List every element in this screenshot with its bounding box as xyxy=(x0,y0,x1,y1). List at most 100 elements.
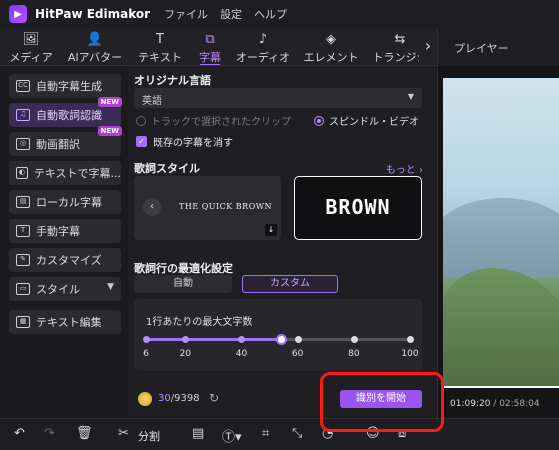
undo-icon[interactable]: ↶ xyxy=(14,426,25,441)
tab-label: エレメント xyxy=(303,51,359,64)
translate-icon: ◎ xyxy=(16,138,30,150)
tab-label: AIアバター xyxy=(67,51,123,64)
sidebar-item-text-to-subtitle[interactable]: ◐ テキストで字幕... xyxy=(9,161,121,185)
sidebar-item-customize[interactable]: ✎ カスタマイズ xyxy=(9,248,121,272)
slider-tick xyxy=(294,336,302,343)
tab-scroll-right-icon[interactable]: › xyxy=(419,28,437,65)
sidebar-item-text-edit[interactable]: ▦ テキスト編集 xyxy=(9,310,121,334)
radio-spindle-video[interactable]: スピンドル・ビデオ xyxy=(314,113,419,128)
tab-label: メディア xyxy=(9,51,53,64)
download-icon[interactable]: ↓ xyxy=(265,224,277,236)
slider-tick-label: 80 xyxy=(348,349,360,359)
more-label: もっと xyxy=(385,165,416,176)
new-badge: NEW xyxy=(97,126,122,136)
playback-progress[interactable] xyxy=(443,386,559,388)
crop-icon[interactable]: ⌗ xyxy=(262,426,269,441)
redo-icon[interactable]: ↷ xyxy=(44,426,55,441)
tab-text[interactable]: T テキスト xyxy=(132,28,188,65)
audio-icon: ♪ xyxy=(258,32,268,47)
slider-tick-label: 6 xyxy=(143,349,149,359)
menu-settings[interactable]: 設定 xyxy=(220,6,242,22)
prev-style-icon[interactable]: ‹ xyxy=(143,198,161,216)
coin-icon xyxy=(138,392,152,406)
new-badge: NEW xyxy=(97,97,122,107)
current-time: 01:09:20 xyxy=(450,399,491,409)
main-tab-bar: ⇆ トランジシ ◈ エレメント ♪ オーディオ ⧉ 字幕 T テキスト 👤 AIアバター 🖼 メディア › xyxy=(0,28,437,66)
title-bar: ▶ HitPaw Edimakor ファイル 設定 ヘルプ xyxy=(0,0,559,28)
max-chars-slider[interactable] xyxy=(143,334,414,345)
sidebar-item-label: カスタマイズ xyxy=(36,254,102,267)
credits-total: /9398 xyxy=(170,393,200,404)
tab-subtitle[interactable]: ⧉ 字幕 xyxy=(192,28,228,65)
scissors-icon[interactable]: ✂ xyxy=(118,426,129,441)
element-icon: ◈ xyxy=(326,32,336,47)
sidebar-item-label: 動画翻訳 xyxy=(36,138,80,151)
media-icon: 🖼 xyxy=(22,32,40,47)
radio-track-label: トラックで選択されたクリップ xyxy=(151,117,291,128)
lyrics-style-card-serif[interactable]: ‹ THE QUICK BROWN ↓ xyxy=(134,176,281,240)
highlight-box xyxy=(320,372,444,432)
sidebar-item-label: 手動字幕 xyxy=(36,225,80,238)
tab-media[interactable]: 🖼 メディア xyxy=(4,28,58,65)
split-label[interactable]: 分割 xyxy=(138,428,160,444)
sidebar-item-label: スタイル xyxy=(36,283,80,296)
seg-custom-button[interactable]: カスタム xyxy=(242,275,338,293)
slider-tick-label: 40 xyxy=(235,349,248,359)
slider-tick xyxy=(182,336,190,343)
total-time: 02:58:04 xyxy=(499,399,540,409)
lyrics-recognition-panel: オリジナル言語 英語 ▼ トラックで選択されたクリップ スピンドル・ビデオ ✓ … xyxy=(128,66,437,418)
menu-help[interactable]: ヘルプ xyxy=(254,6,287,22)
tab-label: オーディオ xyxy=(235,51,291,64)
tab-element[interactable]: ◈ エレメント xyxy=(300,28,362,65)
text-tool-icon[interactable]: Ⓣ▾ xyxy=(222,426,242,445)
subtitle-icon: ⧉ xyxy=(205,32,215,47)
manual-subtitle-icon: T xyxy=(16,225,30,237)
sidebar-item-manual-subtitle[interactable]: T 手動字幕 xyxy=(9,219,121,243)
sidebar-item-label: 自動歌詞認識 xyxy=(36,109,102,122)
clear-existing-subtitles-checkbox[interactable]: ✓ 既存の字幕を消す xyxy=(136,134,233,149)
tab-ai-avatar[interactable]: 👤 AIアバター xyxy=(62,28,128,65)
video-preview[interactable] xyxy=(443,78,559,386)
radio-dot xyxy=(136,115,146,126)
more-styles-link[interactable]: もっと › xyxy=(386,161,423,176)
sidebar-item-style[interactable]: ▭ スタイル ▼ xyxy=(9,277,121,301)
player-title: プレイヤー xyxy=(454,42,509,55)
subtitle-sidebar: CC 自動字幕生成 ♫ 自動歌詞認識 NEW ◎ 動画翻訳 NEW ◐ テキストで字幕... ▤ ロー… xyxy=(0,66,128,418)
sidebar-item-label: ローカル字幕 xyxy=(36,196,102,209)
player-area: 01:09:20 / 02:58:04 xyxy=(437,66,559,418)
delete-icon[interactable]: 🗑 xyxy=(76,426,93,441)
app-title: HitPaw Edimakor xyxy=(35,7,151,21)
sidebar-item-local-subtitle[interactable]: ▤ ローカル字幕 xyxy=(9,190,121,214)
seg-auto-button[interactable]: 自動 xyxy=(134,275,232,293)
slider-thumb[interactable] xyxy=(275,334,287,345)
credits-used: 30 xyxy=(158,393,171,404)
original-language-title: オリジナル言語 xyxy=(134,74,211,87)
player-header: プレイヤー xyxy=(437,28,559,66)
radio-dot xyxy=(314,115,324,126)
lyrics-icon: ♫ xyxy=(16,109,30,121)
lyrics-style-title: 歌詞スタイル xyxy=(134,162,200,175)
ai-avatar-icon: 👤 xyxy=(86,32,104,47)
slider-fill xyxy=(146,338,281,341)
max-chars-slider-box: 1行あたりの最大文字数 6 20 40 60 80 100 xyxy=(134,299,422,371)
style-sample-bold: BROWN xyxy=(325,195,391,219)
optimize-title: 歌詞行の最適化設定 xyxy=(134,262,233,275)
text-edit-icon: ▦ xyxy=(16,316,30,328)
slider-tick xyxy=(407,336,414,343)
marker-icon[interactable]: ▤ xyxy=(192,426,204,441)
menu-file[interactable]: ファイル xyxy=(164,6,208,22)
sidebar-item-cc[interactable]: CC 自動字幕生成 xyxy=(9,74,121,98)
refresh-icon[interactable]: ↻ xyxy=(209,391,219,405)
tab-label: 字幕 xyxy=(199,51,221,64)
tab-audio[interactable]: ♪ オーディオ xyxy=(232,28,294,65)
sidebar-item-label: テキスト編集 xyxy=(36,316,102,329)
chevron-down-icon: ▼ xyxy=(407,92,414,101)
slider-tick xyxy=(350,336,358,343)
lyrics-style-card-bold[interactable]: BROWN xyxy=(294,176,422,240)
chevron-down-icon: ▼ xyxy=(107,282,114,292)
preview-mountain xyxy=(443,198,559,278)
resize-icon[interactable]: ⤡ xyxy=(292,426,302,441)
language-select[interactable]: 英語 ▼ xyxy=(134,88,422,108)
radio-track-clip[interactable]: トラックで選択されたクリップ xyxy=(136,113,291,128)
text-icon: T xyxy=(156,32,164,47)
